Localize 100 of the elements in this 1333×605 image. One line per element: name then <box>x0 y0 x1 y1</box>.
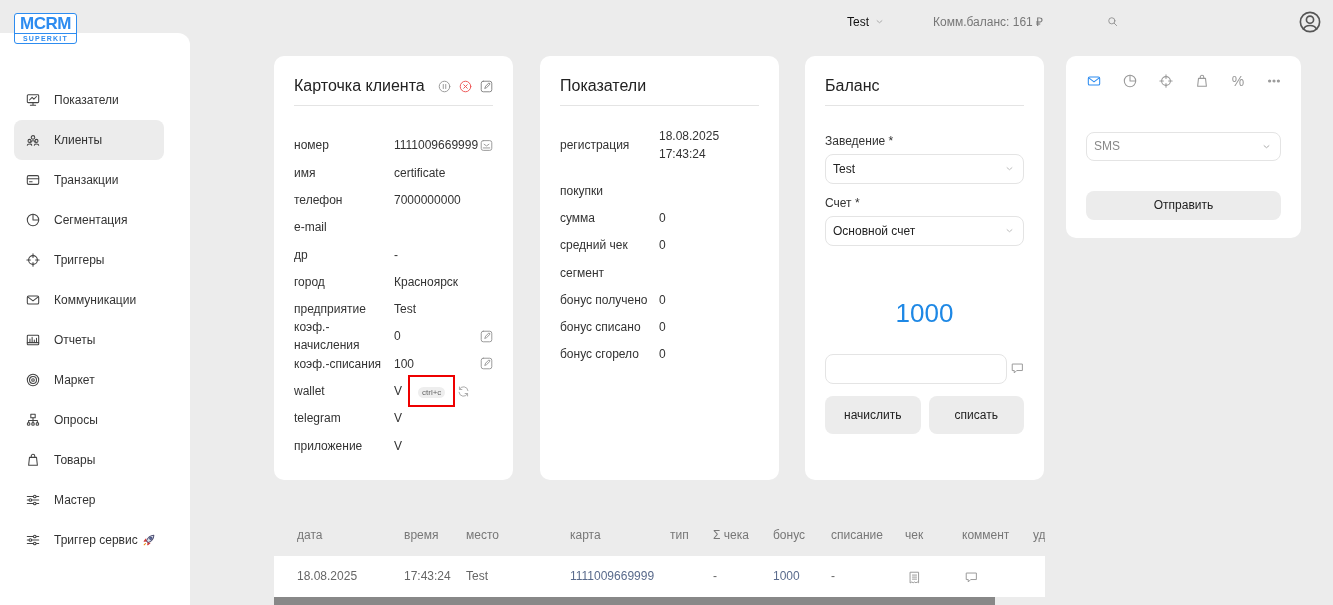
action-button[interactable]: начислить <box>825 395 921 434</box>
balance-amount: 1000 <box>894 296 955 330</box>
field-label: telegram <box>294 410 342 428</box>
refresh-icon[interactable] <box>457 384 471 398</box>
company-dropdown[interactable]: Test <box>847 12 886 31</box>
select-field[interactable]: Основной счет <box>825 215 1024 246</box>
table-cell-text: 17:43:24 <box>404 568 452 586</box>
field-label: др <box>294 246 309 264</box>
pause-icon[interactable] <box>438 79 451 93</box>
sidebar-item[interactable]: Мастер <box>14 480 164 520</box>
field-value: 0 <box>659 319 667 337</box>
logo-title: MCRM <box>19 14 72 33</box>
action-button[interactable]: списать <box>928 395 1024 434</box>
target-icon <box>26 373 40 387</box>
envelope-tab-icon[interactable] <box>1087 73 1101 88</box>
envelope-icon <box>26 293 40 307</box>
comment-icon[interactable] <box>965 570 978 584</box>
sidebar-item[interactable]: Триггеры <box>14 240 164 280</box>
column-header: время <box>404 527 440 545</box>
field-value: 0 <box>659 346 667 364</box>
column-header: дата <box>297 527 324 545</box>
sidebar-item[interactable]: Показатели <box>14 80 164 120</box>
table-cell-text: Test <box>466 568 489 586</box>
copy-icon[interactable] <box>480 138 493 152</box>
field-value: - <box>394 246 399 264</box>
sliders-icon <box>26 533 40 547</box>
amount-input[interactable] <box>825 353 1007 384</box>
user-avatar-icon[interactable] <box>1299 10 1321 33</box>
field-value: V <box>394 437 403 455</box>
sidebar-item[interactable]: Транзакции <box>14 160 164 200</box>
field-label: приложение <box>294 437 364 455</box>
field-value: 7000000000 <box>394 191 462 209</box>
crosshair-tab-icon[interactable] <box>1159 73 1173 88</box>
field-label: wallet <box>294 383 326 401</box>
edit-icon[interactable] <box>480 329 493 343</box>
column-header: чек <box>905 527 925 545</box>
receipt-icon[interactable] <box>908 570 921 584</box>
field-value: 18.08.2025 17:43:24 <box>659 128 721 164</box>
field-label: e-mail <box>294 219 328 237</box>
field-value: V <box>394 410 403 428</box>
card-title: Карточка клиента <box>294 76 425 97</box>
field-label: регистрация <box>560 137 631 155</box>
column-header: уд <box>1033 527 1045 545</box>
search-icon[interactable] <box>1107 16 1119 28</box>
column-header: Σ чека <box>713 527 750 545</box>
sidebar-item[interactable]: Опросы <box>14 400 164 440</box>
table-cell-text: - <box>713 568 718 586</box>
pie-chart-tab-icon[interactable] <box>1123 73 1137 88</box>
hierarchy-icon <box>26 413 40 427</box>
crosshair-icon <box>26 253 40 267</box>
table-cell-text: 18.08.2025 <box>297 568 359 586</box>
edit-icon[interactable] <box>480 357 493 371</box>
table-cell-text: - <box>831 568 836 586</box>
field-value: 0 <box>659 237 667 255</box>
comment-icon[interactable] <box>1011 362 1024 376</box>
select-field[interactable]: Test <box>825 153 1024 184</box>
channel-select[interactable]: SMS <box>1086 131 1281 161</box>
shortcut-badge: ctrl+c <box>418 387 446 399</box>
sidebar-item[interactable]: Сегментация <box>14 200 164 240</box>
field-label: город <box>294 273 326 291</box>
column-header: место <box>466 527 500 545</box>
card-title: Показатели <box>560 76 647 97</box>
monitor-icon <box>26 93 40 107</box>
sidebar-item[interactable]: Клиенты <box>14 120 164 160</box>
field-value: Test <box>394 301 417 319</box>
report-icon <box>26 333 40 347</box>
bag-tab-icon[interactable] <box>1195 73 1209 88</box>
column-header: списание <box>831 527 884 545</box>
field-label: бонус получено <box>560 291 649 309</box>
sliders-icon <box>26 493 40 507</box>
field-label: Счет * <box>825 194 861 212</box>
table-cell-text: 1000 <box>773 568 801 586</box>
field-label: номер <box>294 137 330 155</box>
field-value: 0 <box>659 291 667 309</box>
field-value: 1111009669999 <box>394 137 480 155</box>
card-icon <box>26 173 40 187</box>
sidebar-item[interactable]: Коммуникации <box>14 280 164 320</box>
column-header: карта <box>570 527 602 545</box>
field-value: certificate <box>394 164 447 182</box>
sidebar-item[interactable]: Триггер сервис <box>14 520 164 560</box>
field-label: Заведение * <box>825 132 895 150</box>
column-header: тип <box>670 527 690 545</box>
people-icon <box>26 133 40 147</box>
balance-text: Комм.баланс: 161 ₽ <box>933 13 1044 31</box>
edit-icon[interactable] <box>480 79 493 93</box>
sidebar-item[interactable]: Товары <box>14 440 164 480</box>
field-label: сегмент <box>560 264 606 282</box>
field-value: Красноярск <box>394 273 460 291</box>
table-cell-text: 1111009669999 <box>570 568 656 586</box>
field-label: средний чек <box>560 237 629 255</box>
field-label: покупки <box>560 182 604 200</box>
close-icon[interactable] <box>459 79 472 93</box>
field-value: 0 <box>394 328 402 346</box>
field-value: 0 <box>659 209 667 227</box>
sidebar-item[interactable]: Отчеты <box>14 320 164 360</box>
column-header: коммент <box>962 527 1011 545</box>
field-label: телефон <box>294 191 344 209</box>
send-button[interactable]: Отправить <box>1086 190 1281 220</box>
column-header: бонус <box>773 527 807 545</box>
sidebar-item[interactable]: Маркет <box>14 360 164 400</box>
